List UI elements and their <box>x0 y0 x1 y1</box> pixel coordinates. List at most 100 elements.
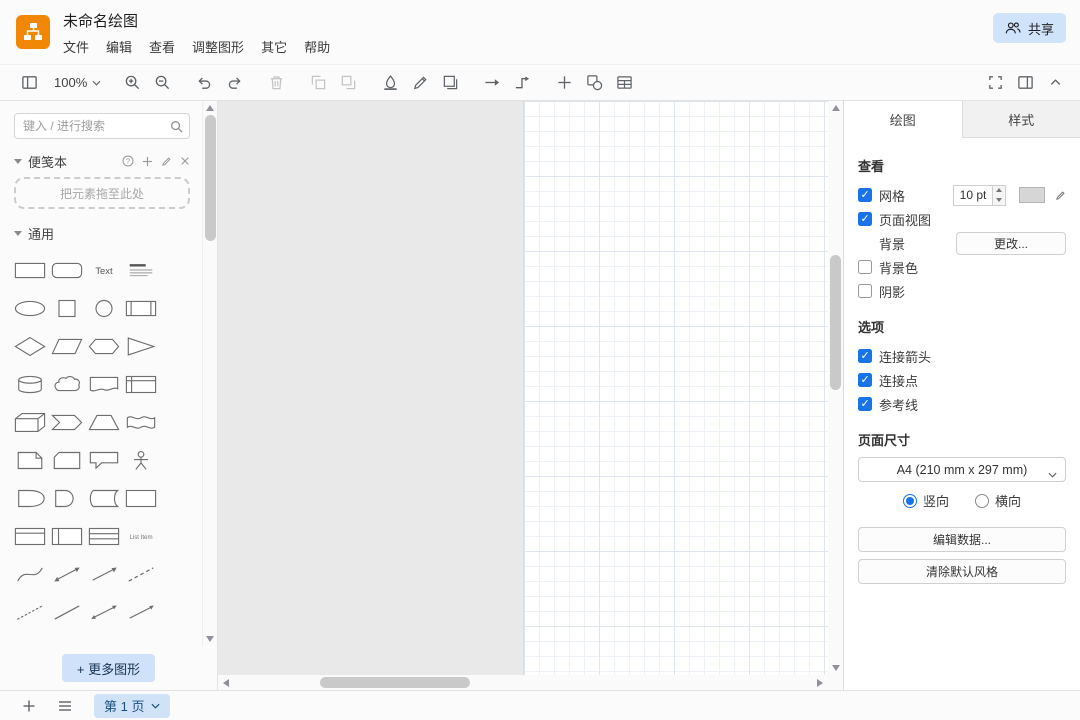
to-front-icon[interactable] <box>303 69 333 97</box>
shape-bidirectional-connector[interactable] <box>85 593 122 631</box>
shape-horizontal-container[interactable] <box>11 517 48 555</box>
landscape-option[interactable]: 横向 <box>975 491 1021 510</box>
shape-arrow[interactable] <box>85 555 122 593</box>
fill-color-icon[interactable] <box>375 69 405 97</box>
menu-file[interactable]: 文件 <box>63 37 89 56</box>
scroll-up-icon[interactable] <box>828 105 843 111</box>
search-icon[interactable] <box>170 120 183 133</box>
shape-diamond[interactable] <box>11 327 48 365</box>
portrait-option[interactable]: 竖向 <box>903 491 949 510</box>
shape-data-storage[interactable] <box>85 479 122 517</box>
shape-vertical-container[interactable] <box>48 517 85 555</box>
edit-color-icon[interactable] <box>1055 190 1066 201</box>
page-tab[interactable]: 第 1 页 <box>94 694 170 718</box>
shape-cube[interactable] <box>11 403 48 441</box>
shape-directional-connector[interactable] <box>122 593 159 631</box>
toggle-shapes-panel-icon[interactable] <box>14 69 44 97</box>
stepper-up-icon[interactable] <box>993 186 1005 196</box>
line-color-icon[interactable] <box>405 69 435 97</box>
menu-arrange[interactable]: 调整图形 <box>192 37 244 56</box>
tab-diagram[interactable]: 绘图 <box>844 101 963 138</box>
canvas-vscrollbar-thumb[interactable] <box>830 255 841 390</box>
edit-icon[interactable] <box>161 156 172 167</box>
general-shapes-header[interactable]: 通用 <box>0 221 202 245</box>
scroll-left-icon[interactable] <box>223 679 229 687</box>
shape-list-item[interactable]: List Item <box>122 517 159 555</box>
shape-internal-storage[interactable] <box>122 365 159 403</box>
add-icon[interactable] <box>142 156 153 167</box>
shape-list[interactable] <box>85 517 122 555</box>
redo-icon[interactable] <box>219 69 249 97</box>
shape-dashed-line[interactable] <box>122 555 159 593</box>
fullscreen-icon[interactable] <box>980 69 1010 97</box>
scroll-down-icon[interactable] <box>203 636 217 642</box>
help-icon[interactable]: ? <box>122 155 134 167</box>
shape-trapezoid[interactable] <box>85 403 122 441</box>
scroll-right-icon[interactable] <box>817 679 823 687</box>
shape-process[interactable] <box>122 289 159 327</box>
shape-triangle[interactable] <box>122 327 159 365</box>
shape-hexagon[interactable] <box>85 327 122 365</box>
scratchpad-header[interactable]: 便笺本 ? <box>0 149 202 173</box>
shape-and[interactable] <box>48 479 85 517</box>
delete-icon[interactable] <box>261 69 291 97</box>
canvas-hscrollbar-thumb[interactable] <box>320 677 470 688</box>
shape-card[interactable] <box>48 441 85 479</box>
shape-bidirectional-arrow[interactable] <box>48 555 85 593</box>
shape-picker-icon[interactable] <box>579 69 609 97</box>
shape-square[interactable] <box>48 289 85 327</box>
shadow-checkbox[interactable] <box>858 284 872 298</box>
connection-points-checkbox[interactable] <box>858 373 872 387</box>
zoom-out-icon[interactable] <box>147 69 177 97</box>
clear-default-style-button[interactable]: 清除默认风格 <box>858 559 1066 584</box>
canvas-horizontal-scrollbar[interactable] <box>218 675 828 690</box>
scroll-up-icon[interactable] <box>203 105 217 111</box>
shape-note[interactable] <box>11 441 48 479</box>
grid-color-swatch[interactable] <box>1019 187 1045 203</box>
more-shapes-button[interactable]: + 更多图形 <box>62 654 155 682</box>
menu-help[interactable]: 帮助 <box>304 37 330 56</box>
shape-rectangle[interactable] <box>11 251 48 289</box>
shape-curve[interactable] <box>11 555 48 593</box>
pages-menu-icon[interactable] <box>54 696 76 716</box>
landscape-radio[interactable] <box>975 494 989 508</box>
shape-cloud[interactable] <box>48 365 85 403</box>
edit-data-button[interactable]: 编辑数据... <box>858 527 1066 552</box>
stepper-down-icon[interactable] <box>993 195 1005 205</box>
shape-container[interactable] <box>122 479 159 517</box>
portrait-radio[interactable] <box>903 494 917 508</box>
shape-parallelogram[interactable] <box>48 327 85 365</box>
undo-icon[interactable] <box>189 69 219 97</box>
shape-rounded-rectangle[interactable] <box>48 251 85 289</box>
shape-line[interactable] <box>48 593 85 631</box>
toggle-format-panel-icon[interactable] <box>1010 69 1040 97</box>
grid-checkbox[interactable] <box>858 188 872 202</box>
shape-or[interactable] <box>11 479 48 517</box>
shape-document[interactable] <box>85 365 122 403</box>
scratchpad-dropzone[interactable]: 把元素拖至此处 <box>14 177 190 209</box>
guides-checkbox[interactable] <box>858 397 872 411</box>
shape-dotted-line[interactable] <box>11 593 48 631</box>
to-back-icon[interactable] <box>333 69 363 97</box>
menu-edit[interactable]: 编辑 <box>106 37 132 56</box>
shape-heading[interactable] <box>122 251 159 289</box>
zoom-dropdown[interactable]: 100% <box>54 75 101 90</box>
menu-view[interactable]: 查看 <box>149 37 175 56</box>
shape-cylinder[interactable] <box>11 365 48 403</box>
shadow-icon[interactable] <box>435 69 465 97</box>
drawing-page[interactable] <box>523 101 828 675</box>
shape-link[interactable] <box>11 631 48 646</box>
paper-size-select[interactable]: A4 (210 mm x 297 mm) <box>858 457 1066 482</box>
grid-size-input[interactable] <box>953 185 993 206</box>
menu-extras[interactable]: 其它 <box>261 37 287 56</box>
shape-search-input[interactable] <box>14 113 190 139</box>
change-background-button[interactable]: 更改... <box>956 232 1066 255</box>
zoom-in-icon[interactable] <box>117 69 147 97</box>
background-color-checkbox[interactable] <box>858 260 872 274</box>
shape-ellipse[interactable] <box>11 289 48 327</box>
insert-icon[interactable] <box>549 69 579 97</box>
canvas[interactable] <box>218 101 843 690</box>
shape-callout[interactable] <box>85 441 122 479</box>
shape-actor[interactable] <box>122 441 159 479</box>
close-icon[interactable] <box>180 156 190 166</box>
